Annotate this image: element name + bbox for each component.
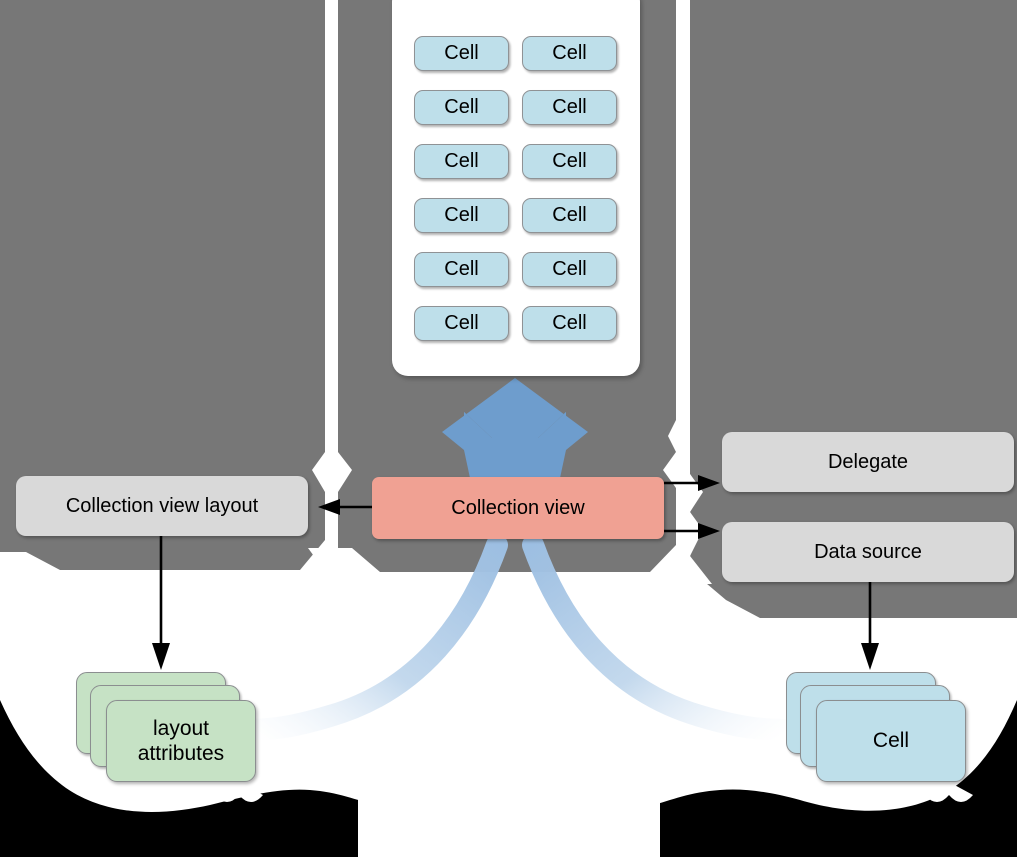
layout-attributes-card[interactable]: layout attributes <box>106 700 256 782</box>
grid-cell[interactable]: Cell <box>414 306 509 341</box>
grid-cell[interactable]: Cell <box>522 198 617 233</box>
grid-cell[interactable]: Cell <box>522 252 617 287</box>
node-collection-view[interactable]: Collection view <box>372 477 664 539</box>
grid-cell[interactable]: Cell <box>414 90 509 125</box>
node-collection-view-layout[interactable]: Collection view layout <box>16 476 308 536</box>
node-delegate[interactable]: Delegate <box>722 432 1014 492</box>
layout-attributes-line2: attributes <box>137 742 225 765</box>
diagram-canvas: Cell Cell Cell Cell Cell Cell Cell Cell … <box>0 0 1017 857</box>
node-data-source[interactable]: Data source <box>722 522 1014 582</box>
grid-cell[interactable]: Cell <box>522 90 617 125</box>
layout-attributes-line1: layout <box>152 716 210 740</box>
grid-cell[interactable]: Cell <box>522 306 617 341</box>
grid-cell[interactable]: Cell <box>522 144 617 179</box>
cell-object-card[interactable]: Cell <box>816 700 966 782</box>
cell-object-stack[interactable]: Cell <box>786 672 986 792</box>
grid-cell[interactable]: Cell <box>414 252 509 287</box>
grid-cell[interactable]: Cell <box>522 36 617 71</box>
grid-cell[interactable]: Cell <box>414 198 509 233</box>
collection-view-cell-panel: Cell Cell Cell Cell Cell Cell Cell Cell … <box>392 0 640 376</box>
grid-cell[interactable]: Cell <box>414 36 509 71</box>
layout-attributes-stack[interactable]: layout attributes <box>76 672 276 792</box>
grid-cell[interactable]: Cell <box>414 144 509 179</box>
